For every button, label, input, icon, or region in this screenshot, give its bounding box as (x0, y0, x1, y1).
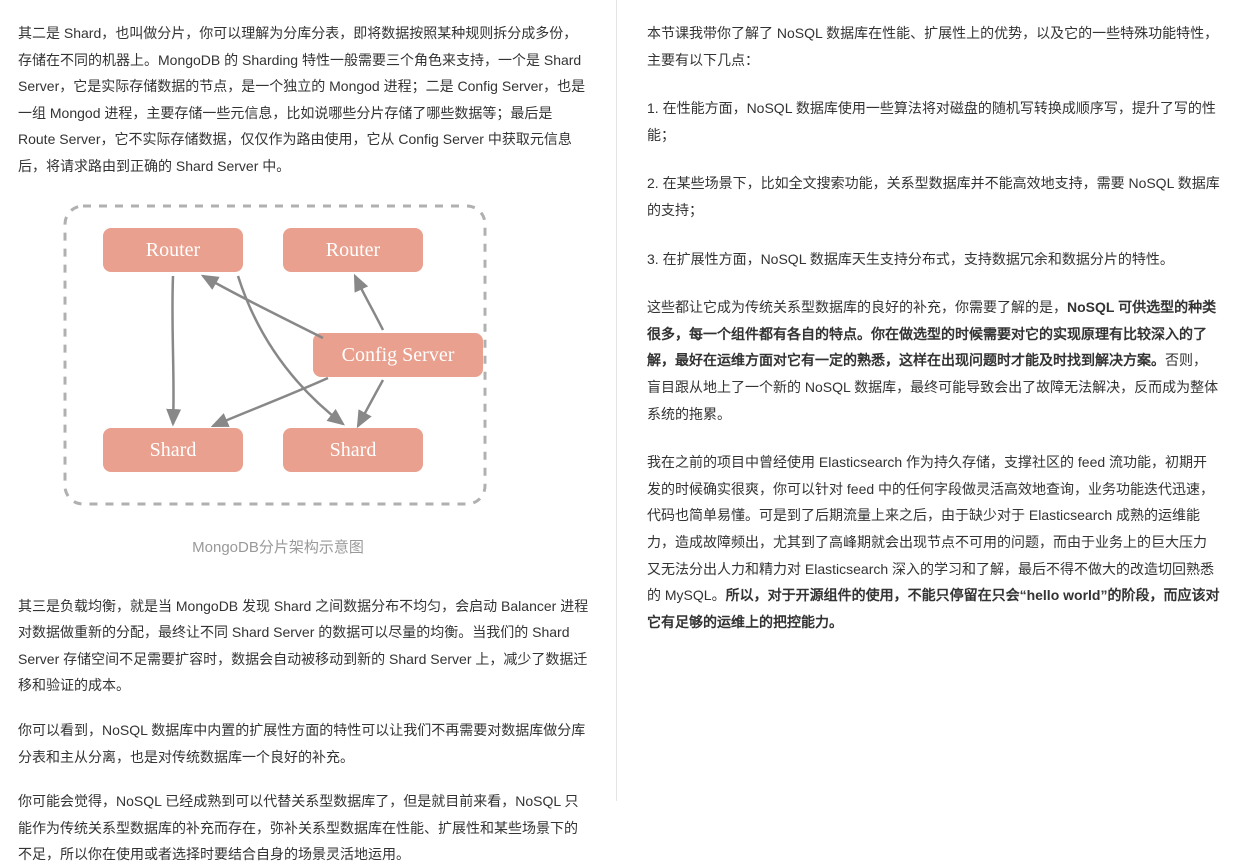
right-paragraph-1: 本节课我带你了解了 NoSQL 数据库在性能、扩展性上的优势，以及它的一些特殊功… (647, 20, 1220, 73)
right-paragraph-4: 3. 在扩展性方面，NoSQL 数据库天生支持分布式，支持数据冗余和数据分片的特… (647, 246, 1220, 273)
mongodb-sharding-diagram: Router Router Config Server Shard Shard (53, 198, 591, 527)
left-paragraph-3: 你可以看到，NoSQL 数据库中内置的扩展性方面的特性可以让我们不再需要对数据库… (18, 717, 591, 770)
right-p6-leadtext: 我在之前的项目中曾经使用 Elasticsearch 作为持久存储，支撑社区的 … (647, 454, 1214, 603)
left-paragraph-1: 其二是 Shard，也叫做分片，你可以理解为分库分表，即将数据按照某种规则拆分成… (18, 20, 591, 180)
diagram-shard2-label: Shard (330, 439, 377, 461)
right-paragraph-3: 2. 在某些场景下，比如全文搜索功能，关系型数据库并不能高效地支持，需要 NoS… (647, 170, 1220, 223)
right-p5-leadtext: 这些都让它成为传统关系型数据库的良好的补充，你需要了解的是， (647, 299, 1067, 315)
left-paragraph-2: 其三是负载均衡，就是当 MongoDB 发现 Shard 之间数据分布不均匀，会… (18, 593, 591, 699)
right-p6-bold: 所以，对于开源组件的使用，不能只停留在只会“hello world”的阶段，而应… (647, 587, 1219, 630)
right-paragraph-6: 我在之前的项目中曾经使用 Elasticsearch 作为持久存储，支撑社区的 … (647, 449, 1220, 635)
left-paragraph-4: 你可能会觉得，NoSQL 已经成熟到可以代替关系型数据库了，但是就目前来看，No… (18, 788, 591, 868)
right-paragraph-2: 1. 在性能方面，NoSQL 数据库使用一些算法将对磁盘的随机写转换成顺序写，提… (647, 95, 1220, 148)
diagram-router1-label: Router (146, 239, 201, 261)
diagram-shard1-label: Shard (150, 439, 197, 461)
diagram-caption: MongoDB分片架构示意图 (53, 534, 503, 563)
diagram-router2-label: Router (326, 239, 381, 261)
diagram-config-label: Config Server (342, 344, 455, 366)
right-paragraph-5: 这些都让它成为传统关系型数据库的良好的补充，你需要了解的是，NoSQL 可供选型… (647, 294, 1220, 427)
